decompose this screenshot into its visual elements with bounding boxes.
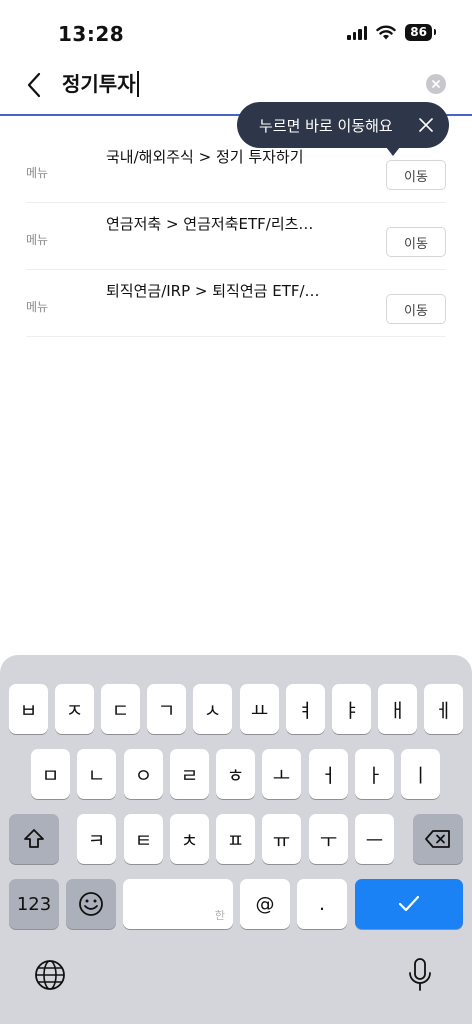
key[interactable]: ㅍ <box>216 814 255 864</box>
clear-icon[interactable] <box>426 74 446 94</box>
emoji-icon <box>79 892 103 916</box>
key[interactable]: ㅇ <box>124 749 163 799</box>
list-item[interactable]: 메뉴 퇴직연금/IRP > 퇴직연금 ETF/… 이동 <box>26 270 446 337</box>
key[interactable]: ㅡ <box>355 814 394 864</box>
back-arrow-icon[interactable] <box>22 70 48 100</box>
key[interactable]: ㅠ <box>262 814 301 864</box>
status-icons: 86 <box>347 24 436 41</box>
key[interactable]: ㅌ <box>124 814 163 864</box>
shift-icon <box>24 829 44 848</box>
result-category: 메뉴 <box>26 166 49 180</box>
search-input[interactable]: 정기투자 <box>62 70 139 98</box>
result-path[interactable]: 국내/해외주식 > 정기 투자하기 <box>106 146 304 167</box>
wifi-icon <box>376 25 396 40</box>
key[interactable]: ㅓ <box>309 749 348 799</box>
key[interactable]: ㄹ <box>170 749 209 799</box>
emoji-key[interactable] <box>66 879 116 929</box>
keyboard: ㅂ ㅈ ㄷ ㄱ ㅅ ㅛ ㅕ ㅑ ㅐ ㅔ ㅁ ㄴ ㅇ ㄹ ㅎ ㅗ ㅓ ㅏ ㅣ ㅋ … <box>0 655 472 1024</box>
key[interactable]: ㅑ <box>332 684 371 734</box>
key[interactable]: ㅛ <box>240 684 279 734</box>
tooltip-text: 누르면 바로 이동해요 <box>259 116 393 135</box>
close-icon[interactable] <box>417 116 435 134</box>
microphone-icon[interactable] <box>405 956 435 994</box>
search-query: 정기투자 <box>62 72 136 96</box>
result-category: 메뉴 <box>26 233 49 247</box>
result-path[interactable]: 연금저축 > 연금저축ETF/리츠… <box>106 213 313 234</box>
move-button[interactable]: 이동 <box>386 294 446 324</box>
space-key[interactable]: 한 <box>123 879 233 929</box>
key[interactable]: ㅂ <box>9 684 48 734</box>
key[interactable]: ㅎ <box>216 749 255 799</box>
key[interactable]: ㅜ <box>309 814 348 864</box>
status-bar: 13:28 86 <box>0 0 472 62</box>
shift-key[interactable] <box>9 814 59 864</box>
key[interactable]: ㄷ <box>101 684 140 734</box>
key[interactable]: ㅐ <box>378 684 417 734</box>
move-button[interactable]: 이동 <box>386 160 446 190</box>
period-key[interactable]: . <box>297 879 347 929</box>
battery-indicator: 86 <box>405 24 436 41</box>
key[interactable]: ㅏ <box>355 749 394 799</box>
text-caret <box>136 71 139 97</box>
key[interactable]: ㄱ <box>147 684 186 734</box>
checkmark-icon <box>398 895 420 912</box>
key[interactable]: ㅅ <box>193 684 232 734</box>
key[interactable]: ㅗ <box>262 749 301 799</box>
result-path[interactable]: 퇴직연금/IRP > 퇴직연금 ETF/… <box>106 280 320 301</box>
key[interactable]: ㅔ <box>424 684 463 734</box>
result-category: 메뉴 <box>26 300 49 314</box>
list-item[interactable]: 메뉴 연금저축 > 연금저축ETF/리츠… 이동 <box>26 203 446 270</box>
move-button[interactable]: 이동 <box>386 227 446 257</box>
confirm-key[interactable] <box>355 879 463 929</box>
key[interactable]: ㅁ <box>31 749 70 799</box>
signal-icon <box>347 25 368 40</box>
key[interactable]: ㅊ <box>170 814 209 864</box>
globe-icon[interactable] <box>33 958 67 992</box>
key[interactable]: ㅕ <box>286 684 325 734</box>
key[interactable]: ㅣ <box>401 749 440 799</box>
key[interactable]: ㄴ <box>77 749 116 799</box>
key[interactable]: ㅋ <box>77 814 116 864</box>
status-time: 13:28 <box>58 22 125 46</box>
space-hint: 한 <box>214 909 225 922</box>
key[interactable]: ㅈ <box>55 684 94 734</box>
numbers-key[interactable]: 123 <box>9 879 59 929</box>
list-item[interactable]: 메뉴 국내/해외주식 > 정기 투자하기 이동 <box>26 136 446 203</box>
delete-key[interactable] <box>413 814 463 864</box>
delete-icon <box>425 830 450 848</box>
at-key[interactable]: @ <box>240 879 290 929</box>
